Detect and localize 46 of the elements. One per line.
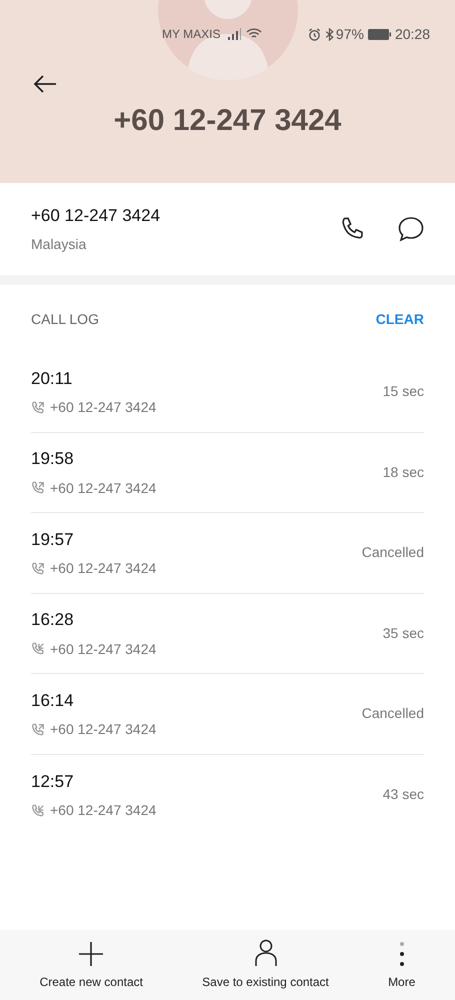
call-time: 19:57 (31, 528, 75, 550)
bottom-bar-action[interactable]: Create new contact (40, 939, 143, 991)
incoming-call-icon (31, 804, 45, 818)
call-log-heading: CALL LOG (31, 310, 99, 329)
carrier-name: MY MAXIS (162, 26, 220, 43)
bottom-bar-action[interactable]: More (388, 939, 416, 991)
bottom-bar-action[interactable]: Save to existing contact (202, 939, 329, 991)
chat-bubble-icon (398, 216, 424, 242)
header-phone-number: +60 12-247 3424 (114, 104, 342, 137)
clock-time: 20:28 (394, 24, 430, 44)
alarm-icon (308, 28, 321, 40)
more-icon (398, 941, 405, 967)
call-number: +60 12-247 3424 (50, 720, 156, 739)
call-duration: 18 sec (382, 462, 424, 482)
call-number: +60 12-247 3424 (50, 398, 156, 417)
call-number: +60 12-247 3424 (50, 640, 156, 658)
contact-phone-number: +60 12-247 3424 (31, 205, 162, 228)
clear-button[interactable]: CLEAR (376, 309, 424, 330)
outgoing-call-icon (31, 400, 45, 414)
call-duration: 35 sec (382, 624, 424, 643)
outgoing-call-icon (31, 722, 45, 736)
call-duration: Cancelled (362, 704, 424, 724)
call-duration: 15 sec (382, 382, 424, 402)
incoming-call-icon (31, 642, 45, 656)
contact-region: Malaysia (31, 234, 88, 254)
call-time: 12:57 (31, 770, 75, 792)
back-arrow-icon (33, 74, 57, 94)
bluetooth-icon (324, 28, 334, 40)
battery-icon (368, 28, 391, 40)
person-icon (254, 939, 278, 967)
call-duration: 43 sec (382, 785, 424, 804)
call-time: 19:58 (31, 448, 75, 470)
plus-icon (78, 941, 104, 967)
outgoing-call-icon (31, 562, 45, 576)
call-duration: Cancelled (362, 543, 424, 562)
call-number: +60 12-247 3424 (50, 801, 156, 820)
call-time: 20:11 (31, 368, 74, 390)
message-button[interactable] (398, 216, 424, 242)
call-time: 16:14 (31, 690, 75, 712)
wifi-icon (246, 28, 262, 40)
call-number: +60 12-247 3424 (50, 559, 156, 578)
call-number: +60 12-247 3424 (50, 478, 156, 498)
call-time: 16:28 (31, 609, 75, 631)
signal-icon (228, 28, 242, 40)
battery-percentage: 97% (336, 24, 364, 44)
outgoing-call-icon (31, 481, 45, 495)
